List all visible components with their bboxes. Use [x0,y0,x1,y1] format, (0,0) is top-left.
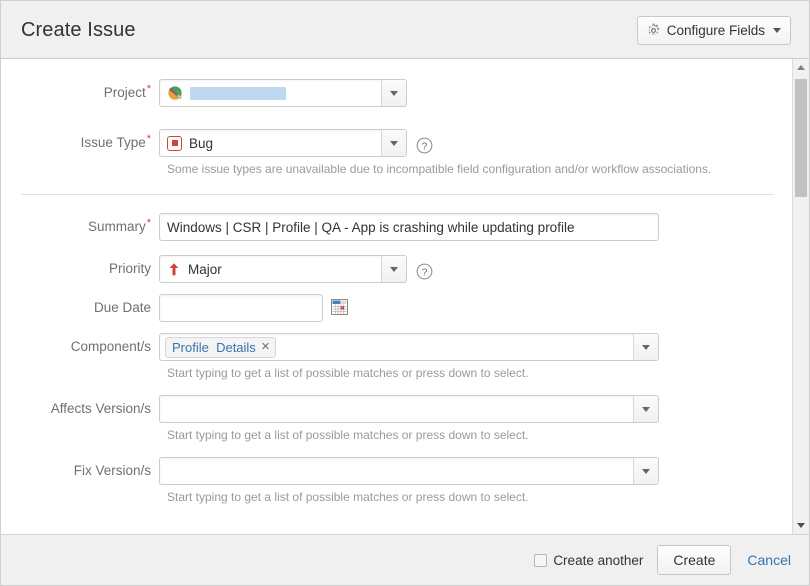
components-help-text: Start typing to get a list of possible m… [167,366,529,380]
scroll-up-arrow-icon [797,65,805,70]
field-row-project: Project* [1,79,794,107]
svg-text:?: ? [422,267,428,278]
issue-type-description: Some issue types are unavailable due to … [167,162,712,176]
issue-type-value-text: Bug [189,135,214,151]
issue-type-selected-value: Bug [160,130,381,156]
question-mark-icon: ? [416,263,433,280]
create-another-checkbox[interactable] [534,553,548,567]
priority-label: Priority [108,261,151,276]
fix-versions-help-text: Start typing to get a list of possible m… [167,490,529,504]
globe-project-avatar-icon [167,85,183,101]
field-row-priority: Priority Major ? [1,255,794,283]
due-date-input[interactable] [159,294,323,322]
components-chip-area[interactable]: Profile Details ✕ [160,334,633,360]
summary-input-value: Windows | CSR | Profile | QA - App is cr… [167,219,575,235]
chevron-down-icon [390,140,398,146]
create-issue-form: Project* Issue Type* Bug ? Some issue ty… [1,59,794,505]
project-dropdown-button[interactable] [381,80,406,106]
svg-text:?: ? [422,141,428,152]
priority-dropdown-button[interactable] [381,256,406,282]
field-row-affects-versions: Affects Version/s [1,395,794,423]
create-another-label: Create another [553,552,644,568]
issue-type-field-wrap: Bug ? [159,129,433,157]
component-chip-label: Profile Details [172,339,256,355]
priority-field-wrap: Major ? [159,255,433,283]
scrollbar-thumb[interactable] [795,79,807,197]
required-asterisk: * [146,132,151,145]
chevron-down-icon [773,28,781,33]
fix-versions-multiselect[interactable] [159,457,659,485]
affects-versions-dropdown-button[interactable] [633,396,658,422]
chevron-down-icon [642,468,650,474]
configure-fields-button[interactable]: Configure Fields [636,16,791,45]
page-title: Create Issue [21,19,136,41]
dialog-body: Project* Issue Type* Bug ? Some issue ty… [1,59,809,535]
priority-select[interactable]: Major [159,255,407,283]
dialog-footer: Create another Create Cancel [1,535,809,585]
question-mark-icon: ? [416,137,433,154]
required-asterisk: * [146,216,151,229]
priority-value-text: Major [188,261,222,277]
component-chip[interactable]: Profile Details ✕ [165,336,277,358]
scroll-down-arrow-icon [797,523,805,528]
chevron-down-icon [642,406,650,412]
field-row-due-date: Due Date [1,294,794,322]
components-dropdown-button[interactable] [633,334,658,360]
form-vertical-scrollbar[interactable] [792,59,809,534]
chevron-down-icon [390,90,398,96]
priority-major-up-arrow-icon [167,262,181,277]
fix-versions-dropdown-button[interactable] [633,458,658,484]
field-row-fix-versions: Fix Version/s [1,457,794,485]
priority-help-button[interactable]: ? [416,263,433,280]
field-row-summary: Summary* Windows | CSR | Profile | QA - … [1,213,794,241]
configure-fields-label: Configure Fields [666,23,765,38]
create-another-checkbox-row[interactable]: Create another [534,553,643,568]
fix-versions-field-wrap [159,457,659,485]
field-row-issue-type: Issue Type* Bug ? [1,129,794,157]
bug-issue-type-icon [167,135,182,151]
chevron-down-icon [390,266,398,272]
scroll-down-button[interactable] [793,517,809,534]
project-selected-value [160,80,381,106]
cancel-link[interactable]: Cancel [747,552,791,568]
due-date-calendar-button[interactable] [331,299,348,315]
components-field-wrap: Profile Details ✕ [159,333,659,361]
fix-versions-chip-area[interactable] [160,458,633,484]
create-button[interactable]: Create [657,545,732,575]
affects-versions-field-wrap [159,395,659,423]
summary-field-wrap: Windows | CSR | Profile | QA - App is cr… [159,213,659,241]
dialog-header: Create Issue Configure Fields [1,1,809,59]
affects-versions-help-text: Start typing to get a list of possible m… [167,428,529,442]
due-date-label: Due Date [93,300,151,315]
summary-label: Summary* [87,216,151,234]
create-issue-dialog: Create Issue Configure Fields Project* I… [0,0,810,586]
components-multiselect[interactable]: Profile Details ✕ [159,333,659,361]
fix-versions-label: Fix Version/s [73,463,151,478]
issue-type-select[interactable]: Bug [159,129,407,157]
affects-versions-multiselect[interactable] [159,395,659,423]
close-x-icon[interactable]: ✕ [261,341,270,353]
project-field-wrap [159,79,407,107]
components-label: Component/s [70,339,151,354]
chevron-down-icon [642,344,650,350]
priority-selected-value: Major [160,256,381,282]
issue-type-dropdown-button[interactable] [381,130,406,156]
required-asterisk: * [146,82,151,95]
field-row-components: Component/s Profile Details ✕ [1,333,794,361]
affects-versions-chip-area[interactable] [160,396,633,422]
issue-type-help-button[interactable]: ? [416,137,433,154]
affects-versions-label: Affects Version/s [50,401,151,416]
scroll-up-button[interactable] [793,59,809,76]
calendar-icon [331,299,348,315]
issue-type-label: Issue Type* [80,132,151,150]
project-name-redacted [190,86,286,100]
gear-icon [646,23,661,38]
summary-input[interactable]: Windows | CSR | Profile | QA - App is cr… [159,213,659,241]
due-date-field-wrap [159,294,348,322]
project-label: Project* [103,82,151,100]
project-select[interactable] [159,79,407,107]
section-divider [21,194,774,195]
